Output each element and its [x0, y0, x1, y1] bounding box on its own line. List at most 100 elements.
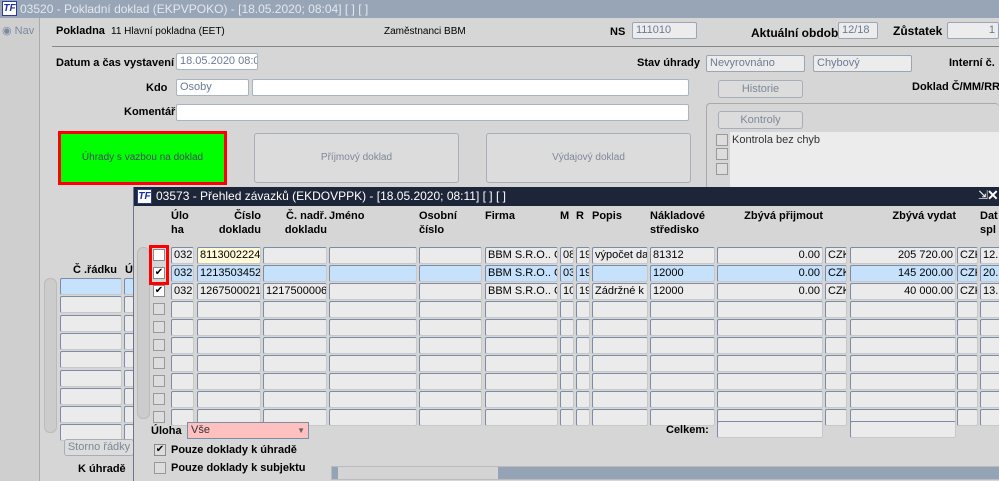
cell-vydat[interactable]	[850, 391, 956, 408]
cell-cur2[interactable]: CZK	[957, 283, 978, 300]
cell-cur2[interactable]	[957, 409, 978, 426]
cell-dat[interactable]: 12.	[980, 247, 999, 264]
filter-subjekt-checkbox[interactable]	[154, 462, 166, 474]
cell-popis[interactable]	[592, 391, 648, 408]
cell-nadr[interactable]	[263, 355, 327, 372]
cell-popis[interactable]	[592, 409, 648, 426]
cell-uloha[interactable]	[171, 355, 194, 372]
cell-osobni[interactable]	[419, 409, 482, 426]
column-header[interactable]: Jméno	[329, 209, 417, 223]
cell-popis[interactable]	[592, 355, 648, 372]
cell-jmeno[interactable]	[329, 373, 417, 390]
cell-m[interactable]	[560, 337, 574, 354]
column-header[interactable]: Zbývá přijmout	[717, 209, 823, 223]
row-checkbox[interactable]: ✔	[153, 285, 165, 297]
cell-osobni[interactable]	[419, 355, 482, 372]
line-number-cell[interactable]	[60, 387, 122, 405]
cell-stredisko[interactable]: 12000	[650, 283, 715, 300]
cell-osobni[interactable]	[419, 319, 482, 336]
cell-nadr[interactable]	[263, 247, 327, 264]
cell-m[interactable]	[560, 319, 574, 336]
cell-stredisko[interactable]	[650, 301, 715, 318]
cell-jmeno[interactable]	[329, 247, 417, 264]
cell-cur1[interactable]	[825, 355, 847, 372]
cell-cislo[interactable]: 1213503452	[197, 265, 261, 282]
row-checkbox[interactable]	[153, 411, 165, 423]
cell-stredisko[interactable]	[650, 355, 715, 372]
cell-osobni[interactable]	[419, 391, 482, 408]
stav-field-2[interactable]: Chybový	[813, 55, 912, 72]
cell-dat[interactable]	[980, 373, 999, 390]
cell-prijmout[interactable]	[717, 337, 823, 354]
row-checkbox[interactable]	[153, 321, 165, 333]
cell-jmeno[interactable]	[329, 355, 417, 372]
cell-cislo[interactable]	[197, 391, 261, 408]
cell-uloha[interactable]	[171, 373, 194, 390]
line-number-cell[interactable]	[60, 351, 122, 369]
cell-popis[interactable]	[592, 319, 648, 336]
storno-button[interactable]: Storno řádky	[64, 439, 134, 456]
line-number-cell[interactable]	[60, 332, 122, 350]
cell-jmeno[interactable]	[329, 409, 417, 426]
cell-popis[interactable]	[592, 337, 648, 354]
cell-dat[interactable]: 20.	[980, 265, 999, 282]
cell-nadr[interactable]	[263, 373, 327, 390]
cell-cur1[interactable]	[825, 373, 847, 390]
cell-uloha[interactable]: 032	[171, 247, 194, 264]
cell-cur2[interactable]	[957, 391, 978, 408]
cell-prijmout[interactable]: 0.00	[717, 283, 823, 300]
cell-cur2[interactable]	[957, 373, 978, 390]
cell-cislo[interactable]	[197, 373, 261, 390]
cell-prijmout[interactable]: 0.00	[717, 247, 823, 264]
cell-vydat[interactable]	[850, 355, 956, 372]
cell-jmeno[interactable]	[329, 391, 417, 408]
cell-vydat[interactable]: 205 720.00	[850, 247, 956, 264]
nav-button[interactable]: ◉ Nav	[2, 24, 34, 37]
cell-m[interactable]	[560, 373, 574, 390]
cell-cur1[interactable]	[825, 409, 847, 426]
cell-cislo[interactable]	[197, 319, 261, 336]
cell-dat[interactable]	[980, 391, 999, 408]
cell-uloha[interactable]	[171, 301, 194, 318]
cell-firma[interactable]	[485, 337, 558, 354]
cell-nadr[interactable]: 1217500006	[263, 283, 327, 300]
ns-field[interactable]: 111010	[632, 22, 697, 39]
cell-firma[interactable]	[485, 301, 558, 318]
cell-cur2[interactable]	[957, 319, 978, 336]
cell-firma[interactable]	[485, 391, 558, 408]
cell-jmeno[interactable]	[329, 319, 417, 336]
line-number-cell[interactable]	[60, 406, 122, 424]
cell-r[interactable]	[576, 319, 590, 336]
cell-popis[interactable]	[592, 301, 648, 318]
row-checkbox[interactable]	[153, 303, 165, 315]
kontroly-button[interactable]: Kontroly	[718, 111, 803, 129]
row-checkbox[interactable]	[153, 339, 165, 351]
filter-uhrade-checkbox[interactable]: ✔	[154, 444, 166, 456]
cell-vydat[interactable]: 40 000.00	[850, 283, 956, 300]
cell-prijmout[interactable]	[717, 301, 823, 318]
cell-cislo[interactable]: 8113002224	[197, 247, 261, 264]
komentar-field[interactable]	[176, 104, 689, 121]
column-header[interactable]: Nákladové středisko	[650, 209, 715, 237]
uloha-dropdown[interactable]: Vše ▼	[187, 422, 309, 439]
vydajovy-button[interactable]: Výdajový doklad	[486, 133, 691, 183]
cell-firma[interactable]	[485, 409, 558, 426]
cell-popis[interactable]: výpočet dar	[592, 247, 648, 264]
line-number-cell[interactable]	[60, 314, 122, 332]
cell-nadr[interactable]	[263, 301, 327, 318]
cell-prijmout[interactable]: 0.00	[717, 265, 823, 282]
column-header[interactable]: M	[560, 209, 574, 223]
cell-cur2[interactable]	[957, 301, 978, 318]
cell-nadr[interactable]	[263, 337, 327, 354]
cell-vydat[interactable]	[850, 301, 956, 318]
cell-stredisko[interactable]	[650, 337, 715, 354]
cell-r[interactable]: 19	[576, 283, 590, 300]
cell-prijmout[interactable]	[717, 373, 823, 390]
column-header[interactable]: Č. nadř. dokladu	[263, 209, 327, 237]
cell-firma[interactable]: BBM S.R.O.. Ce	[485, 247, 558, 264]
close-icon[interactable]: ✕	[987, 187, 999, 204]
cell-uloha[interactable]: 032	[171, 265, 194, 282]
column-header[interactable]: Osobní číslo	[419, 209, 482, 237]
cell-vydat[interactable]: 145 200.00	[850, 265, 956, 282]
cell-cur1[interactable]	[825, 337, 847, 354]
